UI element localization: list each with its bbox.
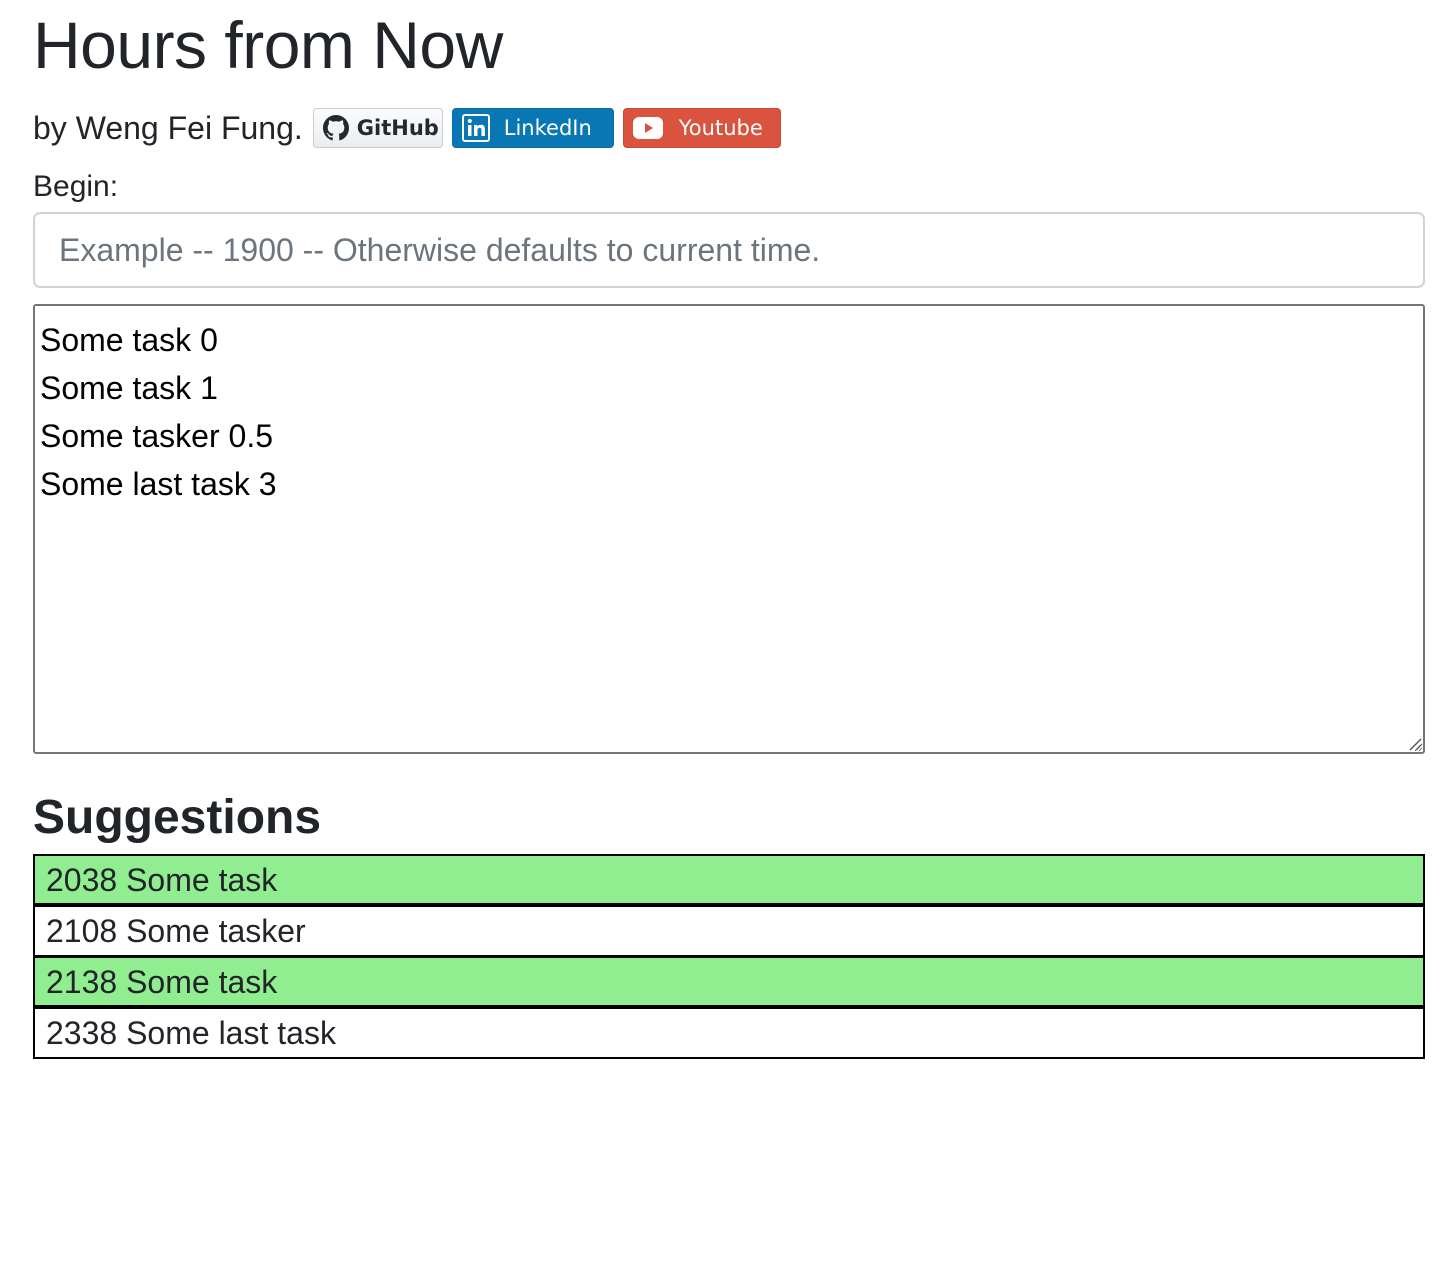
suggestion-row: 2108 Some tasker	[33, 905, 1425, 957]
github-button[interactable]: GitHub	[312, 108, 443, 148]
youtube-icon	[632, 117, 663, 139]
byline: by Weng Fei Fung. GitHub LinkedIn Youtub…	[33, 106, 790, 150]
begin-time-input[interactable]	[33, 212, 1425, 288]
begin-label: Begin:	[33, 170, 119, 203]
github-label: GitHub	[356, 116, 439, 140]
linkedin-button[interactable]: LinkedIn	[451, 108, 614, 148]
youtube-label: Youtube	[678, 116, 763, 140]
suggestion-row: 2338 Some last task	[33, 1007, 1425, 1059]
suggestion-row: 2138 Some task	[33, 956, 1425, 1008]
linkedin-icon	[461, 114, 490, 142]
suggestions-heading: Suggestions	[33, 791, 322, 844]
github-icon	[322, 115, 349, 141]
author-text: by Weng Fei Fung.	[33, 109, 303, 146]
youtube-button[interactable]: Youtube	[622, 108, 781, 148]
page-title: Hours from Now	[33, 8, 503, 82]
linkedin-label: LinkedIn	[503, 116, 592, 140]
suggestions-list: 2038 Some task 2108 Some tasker 2138 Som…	[33, 854, 1425, 1059]
suggestion-row: 2038 Some task	[33, 854, 1425, 906]
tasks-textarea[interactable]: Some task 0 Some task 1 Some tasker 0.5 …	[33, 304, 1425, 754]
